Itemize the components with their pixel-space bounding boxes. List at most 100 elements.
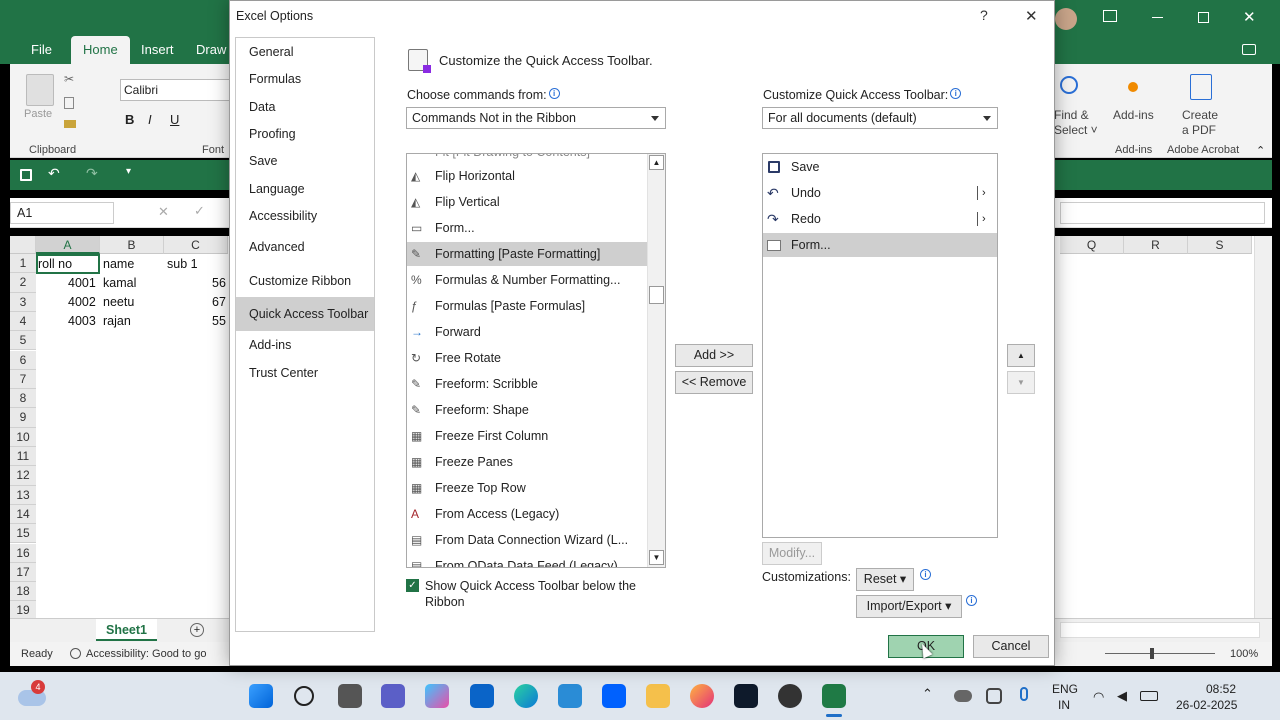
scroll-up-icon[interactable]: ▲: [649, 155, 664, 170]
zoom-slider[interactable]: [1105, 653, 1215, 654]
row-header[interactable]: 11: [10, 447, 36, 467]
volume-icon[interactable]: ◀: [1117, 688, 1127, 704]
reset-button[interactable]: Reset ▾: [856, 568, 914, 591]
edge-icon[interactable]: [514, 684, 538, 708]
search-taskbar-icon[interactable]: [294, 686, 314, 706]
row-header[interactable]: 7: [10, 369, 36, 390]
nav-advanced[interactable]: Advanced: [236, 234, 374, 261]
search-icon[interactable]: [1060, 76, 1078, 94]
comments-icon[interactable]: [1242, 44, 1256, 55]
list-item[interactable]: ↻ Free Rotate: [407, 346, 647, 370]
commands-list[interactable]: Fit [Fit Drawing to Contents] ◭Flip Hori…: [406, 153, 666, 568]
find-select-label-2[interactable]: Select ˅: [1054, 123, 1098, 137]
row-header[interactable]: 8: [10, 389, 36, 409]
close-icon[interactable]: ✕: [1025, 7, 1038, 25]
row-header[interactable]: 1: [10, 254, 36, 274]
nav-quick-access-toolbar[interactable]: Quick Access Toolbar: [236, 297, 374, 331]
nav-addins[interactable]: Add-ins: [236, 332, 374, 359]
row-header[interactable]: 4: [10, 311, 36, 332]
list-item[interactable]: ✎ Formatting [Paste Formatting]: [407, 242, 647, 266]
column-header-s[interactable]: S: [1188, 236, 1252, 254]
cell-b3[interactable]: neetu: [103, 293, 134, 312]
cell-a2[interactable]: 4001: [68, 274, 96, 293]
row-header[interactable]: 10: [10, 427, 36, 447]
import-export-info-icon[interactable]: i: [966, 595, 977, 606]
qat-save-icon[interactable]: [20, 169, 32, 181]
modify-button[interactable]: Modify...: [762, 542, 822, 565]
nav-data[interactable]: Data: [236, 94, 374, 121]
list-item[interactable]: → Forward: [407, 320, 647, 344]
excel-taskbar-icon[interactable]: [822, 684, 846, 708]
list-item[interactable]: ▦ Freeze First Column: [407, 424, 647, 448]
italic-icon[interactable]: I: [148, 112, 152, 127]
tab-file[interactable]: File: [31, 36, 52, 64]
create-pdf-label-2[interactable]: a PDF: [1182, 123, 1216, 137]
reset-info-icon[interactable]: i: [920, 569, 931, 580]
list-item[interactable]: Fit [Fit Drawing to Contents]: [407, 154, 647, 164]
select-all-corner[interactable]: [10, 236, 36, 254]
status-accessibility[interactable]: Accessibility: Good to go: [86, 648, 206, 660]
row-header[interactable]: 2: [10, 273, 36, 293]
underline-icon[interactable]: U: [170, 112, 179, 127]
sync-icon[interactable]: [986, 688, 1002, 704]
cell-b4[interactable]: rajan: [103, 312, 131, 331]
remove-button[interactable]: << Remove: [675, 371, 753, 394]
qat-items-list[interactable]: Save ↶ Undo › ↷ Redo › Form...: [762, 153, 998, 538]
cell-c3[interactable]: 67: [212, 293, 226, 312]
tab-insert[interactable]: Insert: [141, 36, 174, 64]
dropbox-icon[interactable]: [602, 684, 626, 708]
row-header[interactable]: 5: [10, 331, 36, 351]
cell-b2[interactable]: kamal: [103, 274, 136, 293]
file-explorer-icon[interactable]: [646, 684, 670, 708]
start-icon[interactable]: [249, 684, 273, 708]
scroll-down-icon[interactable]: ▼: [649, 550, 664, 565]
move-down-button[interactable]: ▼: [1007, 371, 1035, 394]
cancel-button[interactable]: Cancel: [973, 635, 1049, 658]
language-eng[interactable]: ENG: [1052, 682, 1078, 696]
qat-item-save[interactable]: Save: [763, 155, 997, 179]
show-below-label[interactable]: Show Quick Access Toolbar below the: [425, 579, 636, 593]
tab-home[interactable]: Home: [71, 36, 130, 64]
row-header[interactable]: 3: [10, 292, 36, 312]
nav-general[interactable]: General: [236, 39, 374, 66]
qat-item-undo[interactable]: ↶ Undo ›: [763, 181, 997, 205]
row-header[interactable]: 6: [10, 350, 36, 370]
cell-a3[interactable]: 4002: [68, 293, 96, 312]
nav-accessibility[interactable]: Accessibility: [236, 203, 374, 230]
tab-draw[interactable]: Draw: [196, 36, 226, 64]
task-view-icon[interactable]: [338, 684, 362, 708]
create-pdf-icon[interactable]: [1190, 74, 1212, 100]
qat-item-form[interactable]: Form...: [763, 233, 997, 257]
font-name-box[interactable]: Calibri: [120, 79, 230, 101]
wifi-icon[interactable]: ◠: [1093, 689, 1104, 705]
nav-formulas[interactable]: Formulas: [236, 66, 374, 93]
create-pdf-label[interactable]: Create: [1182, 108, 1218, 122]
row-header[interactable]: 13: [10, 485, 36, 505]
format-painter-icon[interactable]: [64, 120, 76, 128]
bold-icon[interactable]: B: [125, 112, 134, 127]
accessibility-icon[interactable]: [70, 648, 81, 659]
add-sheet-icon[interactable]: +: [190, 623, 204, 637]
list-item[interactable]: ▤ From Data Connection Wizard (L...: [407, 528, 647, 552]
list-item[interactable]: ▦ Freeze Panes: [407, 450, 647, 474]
cell-a4[interactable]: 4003: [68, 312, 96, 331]
list-item[interactable]: A From Access (Legacy): [407, 502, 647, 526]
paste-icon[interactable]: [26, 74, 54, 106]
minimize-icon[interactable]: [1152, 17, 1163, 18]
teams-icon[interactable]: [381, 684, 405, 708]
copilot-icon[interactable]: [425, 684, 449, 708]
addins-icon[interactable]: [1128, 82, 1138, 92]
row-header[interactable]: 17: [10, 562, 36, 583]
cancel-entry-icon[interactable]: ✕: [158, 204, 169, 220]
firefox-icon[interactable]: [690, 684, 714, 708]
column-header-q[interactable]: Q: [1060, 236, 1124, 254]
onedrive-icon[interactable]: [954, 690, 972, 702]
qat-customize-icon[interactable]: ▾: [126, 166, 131, 177]
list-item[interactable]: ◭ Flip Vertical: [407, 190, 647, 214]
cell-c2[interactable]: 56: [212, 274, 226, 293]
microphone-icon[interactable]: [1020, 687, 1028, 701]
cell-a1[interactable]: roll no: [38, 255, 72, 274]
user-avatar[interactable]: [1055, 8, 1077, 30]
scroll-thumb[interactable]: [649, 286, 664, 304]
name-box[interactable]: A1: [10, 202, 114, 224]
